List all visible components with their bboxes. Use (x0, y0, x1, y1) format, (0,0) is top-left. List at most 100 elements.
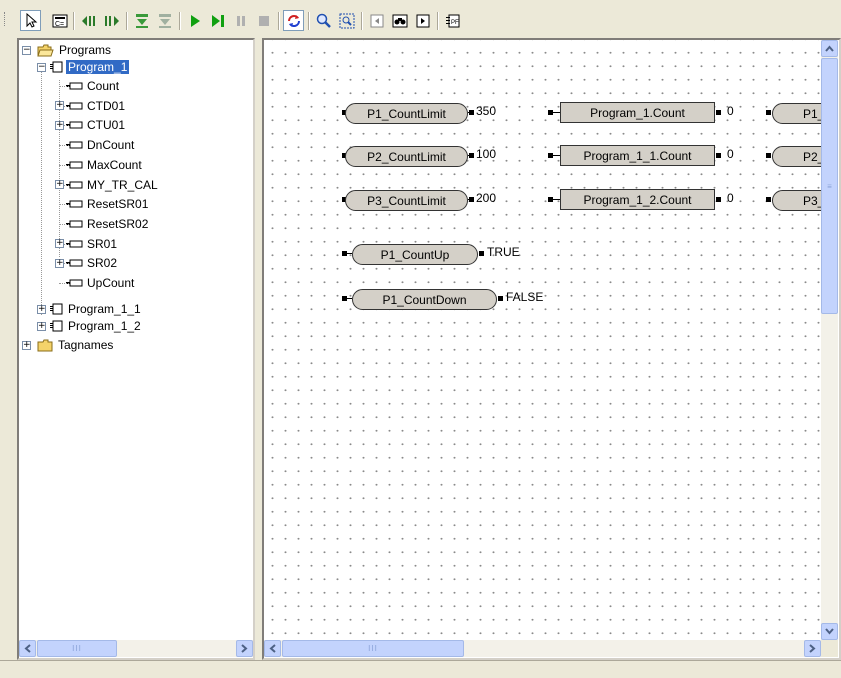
diagram-canvas[interactable]: P1_CountLimit 350 Program_1.Count 0 P1_ … (264, 40, 821, 640)
expand-icon[interactable]: + (55, 258, 64, 268)
find-button[interactable] (389, 10, 410, 31)
variable-block[interactable]: P1_CountLimit (345, 103, 468, 124)
canvas-horizontal-scrollbar[interactable]: III (264, 640, 821, 657)
scroll-up-button[interactable] (821, 40, 838, 57)
output-pin[interactable] (498, 296, 503, 301)
scroll-thumb[interactable]: III (282, 640, 464, 657)
tree-node-program-1-1[interactable]: + Program_1_1 (37, 301, 143, 317)
expand-icon[interactable]: + (55, 101, 64, 111)
tree-label: CTD01 (87, 98, 126, 113)
instruction-button[interactable]: C= (49, 10, 70, 31)
function-block[interactable]: Program_1_2.Count (560, 189, 715, 210)
scroll-right-button[interactable] (236, 640, 253, 657)
expand-icon[interactable]: + (55, 120, 64, 130)
expand-icon[interactable]: + (55, 180, 64, 189)
tree-node-program-1-2[interactable]: + Program_1_2 (37, 318, 143, 334)
prev-button[interactable] (366, 10, 387, 31)
tree-node-variable[interactable]: DnCount (55, 137, 136, 153)
program-button[interactable]: PF (442, 10, 463, 31)
tree-node-program-1[interactable]: − Program_1 (37, 59, 130, 75)
scroll-left-button[interactable] (264, 640, 281, 657)
svg-text:PF: PF (451, 20, 459, 26)
chevron-up-icon (825, 45, 834, 52)
tree-horizontal-scrollbar[interactable]: III (19, 640, 253, 657)
chevron-left-icon (24, 644, 31, 653)
tree-node-variable[interactable]: + CTD01 (55, 98, 127, 114)
function-block[interactable]: Program_1_1.Count (560, 145, 715, 166)
run-button[interactable] (184, 10, 205, 31)
block-label: P1_CountDown (382, 292, 467, 307)
variable-block[interactable]: P1_ (772, 103, 821, 124)
program-tree: − Programs − Program_1 Count + CTD01 + CTU01… (19, 40, 253, 640)
tree-node-variable[interactable]: UpCount (55, 275, 136, 291)
variable-block[interactable]: P1_CountUp (352, 244, 478, 265)
tree-label: Program_1_1 (68, 302, 141, 316)
expand-icon[interactable]: + (55, 239, 64, 249)
variable-block[interactable]: P2_ (772, 146, 821, 167)
input-pin[interactable] (766, 197, 771, 202)
pointer-button[interactable] (20, 10, 41, 31)
block-label: Program_1.Count (590, 105, 685, 120)
tree-node-variable[interactable]: MaxCount (55, 157, 144, 173)
scroll-left-button[interactable] (19, 640, 36, 657)
variable-block[interactable]: P3_CountLimit (345, 190, 468, 211)
tree-node-variable[interactable]: ResetSR02 (55, 216, 150, 232)
function-block[interactable]: Program_1.Count (560, 102, 715, 123)
tree-node-variable[interactable]: + CTU01 (55, 117, 127, 133)
pointer-icon (26, 13, 37, 28)
pause-button[interactable] (230, 10, 251, 31)
collapse-icon[interactable]: − (37, 62, 46, 72)
next-button[interactable] (412, 10, 433, 31)
chevron-down-icon (825, 628, 834, 635)
input-pin[interactable] (766, 110, 771, 115)
refresh-button[interactable] (283, 10, 304, 31)
variable-block[interactable]: P3_ (772, 190, 821, 211)
tree-node-variable[interactable]: + MY_TR_CAL (55, 177, 160, 193)
tree-node-variable[interactable]: Count (55, 78, 121, 94)
expand-icon[interactable]: + (37, 304, 46, 314)
toolbar-grip[interactable] (4, 12, 8, 26)
prev-icon (370, 14, 383, 27)
expand-icon[interactable]: + (37, 321, 46, 331)
tree-label: UpCount (87, 276, 135, 290)
expand-icon[interactable]: + (22, 340, 31, 350)
folder-open-icon (37, 44, 54, 56)
pin-line (550, 112, 560, 113)
tree-node-variable[interactable]: ResetSR01 (55, 196, 150, 212)
upload-button[interactable] (154, 10, 175, 31)
step-right-button[interactable] (101, 10, 122, 31)
download-button[interactable] (131, 10, 152, 31)
block-label: Program_1_2.Count (583, 192, 692, 207)
output-pin[interactable] (716, 153, 721, 158)
toolbar-separator (126, 12, 128, 30)
scroll-corner (821, 640, 838, 657)
pane-splitter[interactable] (255, 38, 262, 660)
scroll-right-button[interactable] (804, 640, 821, 657)
block-label: P3_ (803, 193, 821, 208)
canvas-vertical-scrollbar[interactable]: ≡ (821, 40, 838, 640)
output-pin[interactable] (716, 110, 721, 115)
tree-node-programs[interactable]: − Programs (22, 42, 113, 58)
tree-node-variable[interactable]: + SR02 (55, 255, 119, 271)
status-bar (0, 660, 841, 678)
scroll-thumb[interactable]: ≡ (821, 58, 838, 314)
scroll-thumb[interactable]: III (37, 640, 117, 657)
variable-block[interactable]: P2_CountLimit (345, 146, 468, 167)
step-run-button[interactable] (207, 10, 228, 31)
zoom-fit-button[interactable] (336, 10, 357, 31)
output-pin[interactable] (479, 251, 484, 256)
input-pin[interactable] (766, 153, 771, 158)
scroll-down-button[interactable] (821, 623, 838, 640)
step-left-icon (81, 15, 95, 26)
run-icon (190, 14, 200, 27)
output-pin[interactable] (716, 197, 721, 202)
step-left-button[interactable] (78, 10, 99, 31)
zoom-button[interactable] (313, 10, 334, 31)
tree-line (41, 63, 42, 315)
stop-button[interactable] (253, 10, 274, 31)
collapse-icon[interactable]: − (22, 45, 31, 55)
tree-node-variable[interactable]: + SR01 (55, 236, 119, 252)
step-right-icon (104, 15, 119, 26)
variable-block[interactable]: P1_CountDown (352, 289, 497, 310)
tree-node-tagnames[interactable]: + Tagnames (22, 337, 115, 353)
